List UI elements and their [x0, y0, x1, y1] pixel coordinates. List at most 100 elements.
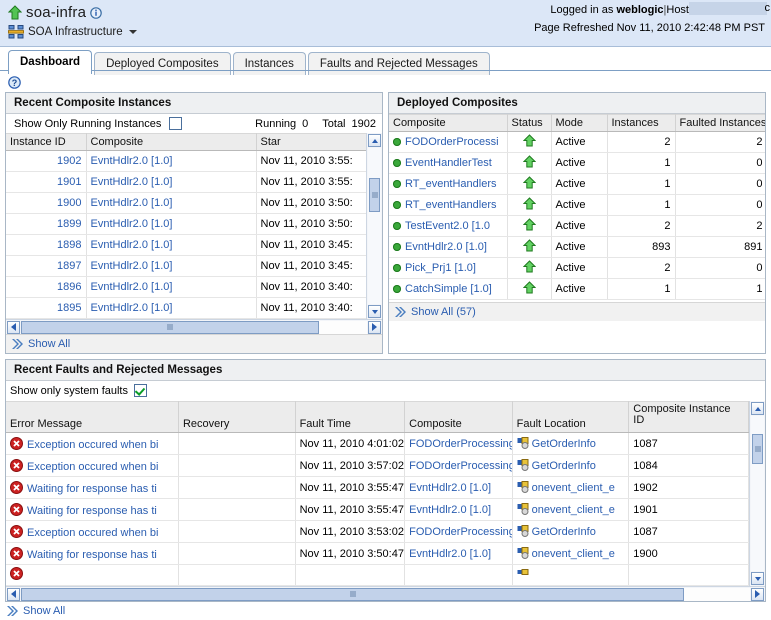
composite-link[interactable]: CatchSimple [1.0] — [405, 283, 492, 295]
table-row[interactable]: Waiting for response has ti Nov 11, 2010 … — [6, 476, 749, 499]
show-all-link[interactable]: Show All (57) — [411, 306, 476, 318]
scroll-track[interactable] — [751, 416, 764, 571]
tab-dashboard[interactable]: Dashboard — [8, 50, 93, 74]
scroll-thumb-h[interactable] — [21, 587, 685, 601]
instance-id-link[interactable]: 1899 — [57, 218, 81, 230]
fault-location-link[interactable]: GetOrderInfo — [532, 460, 596, 472]
composite-link[interactable]: EvntHdlr2.0 [1.0] — [409, 482, 491, 494]
instance-id-link[interactable]: 1901 — [57, 176, 81, 188]
recent-instances-show-all[interactable]: Show All — [6, 334, 382, 353]
error-message-link[interactable]: Exception occured when bi — [27, 439, 158, 451]
instance-id-link[interactable]: 1896 — [57, 281, 81, 293]
table-row[interactable]: 1902 EvntHdlr2.0 [1.0] Nov 11, 2010 3:55: — [6, 150, 366, 172]
soa-infrastructure-menu[interactable]: SOA Infrastructure — [8, 23, 137, 40]
show-running-checkbox[interactable] — [169, 117, 183, 130]
recent-faults-vertical-scrollbar[interactable] — [749, 401, 765, 586]
fault-location-link[interactable]: onevent_client_e — [532, 504, 615, 516]
composite-link[interactable]: EvntHdlr2.0 [1.0] — [91, 176, 173, 188]
col-recovery[interactable]: Recovery — [178, 401, 296, 433]
error-message-link[interactable]: Waiting for response has ti — [27, 549, 157, 561]
table-row[interactable]: 1898 EvntHdlr2.0 [1.0] Nov 11, 2010 3:45: — [6, 234, 366, 256]
table-row[interactable]: EventHandlerTest Active 1 0 — [389, 152, 765, 174]
composite-link[interactable]: EvntHdlr2.0 [1.0] — [91, 260, 173, 272]
composite-link[interactable]: EvntHdlr2.0 [1.0] — [91, 155, 173, 167]
table-row[interactable]: 1895 EvntHdlr2.0 [1.0] Nov 11, 2010 3:40: — [6, 297, 366, 319]
table-row[interactable]: Pick_Prj1 [1.0] Active 2 0 — [389, 257, 765, 279]
table-row[interactable]: RT_eventHandlers Active 1 0 — [389, 194, 765, 216]
recent-instances-horizontal-scrollbar[interactable] — [6, 319, 382, 334]
error-message-link[interactable]: Waiting for response has ti — [27, 483, 157, 495]
scroll-down-button[interactable] — [751, 572, 764, 585]
recent-faults-horizontal-scrollbar[interactable] — [6, 586, 765, 601]
table-row[interactable]: 1900 EvntHdlr2.0 [1.0] Nov 11, 2010 3:50: — [6, 192, 366, 214]
instance-id-link[interactable]: 1902 — [57, 155, 81, 167]
instance-id-link[interactable]: 1898 — [57, 239, 81, 251]
scroll-track-h[interactable] — [21, 320, 367, 334]
col-faulted-instances[interactable]: Faulted Instances — [675, 114, 765, 132]
composite-link[interactable]: EvntHdlr2.0 [1.0] — [409, 504, 491, 516]
tab-instances[interactable]: Instances — [232, 52, 306, 75]
col-fault-location[interactable]: Fault Location — [512, 401, 630, 433]
composite-link[interactable]: Pick_Prj1 [1.0] — [405, 262, 476, 274]
composite-link[interactable]: FODOrderProcessing — [409, 438, 511, 450]
table-row[interactable]: FODOrderProcessi Active 2 2 — [389, 131, 765, 153]
composite-link[interactable]: FODOrderProcessi — [405, 136, 499, 148]
show-all-link[interactable]: Show All — [28, 338, 70, 350]
table-row[interactable]: Exception occured when bi Nov 11, 2010 3:… — [6, 520, 749, 543]
fault-location-link[interactable]: GetOrderInfo — [532, 526, 596, 538]
scroll-thumb[interactable] — [752, 434, 763, 464]
table-row[interactable]: 1899 EvntHdlr2.0 [1.0] Nov 11, 2010 3:50: — [6, 213, 366, 235]
composite-link[interactable]: RT_eventHandlers — [405, 178, 497, 190]
scroll-track[interactable] — [368, 148, 381, 304]
scroll-up-button[interactable] — [751, 402, 764, 415]
composite-link[interactable]: EvntHdlr2.0 [1.0] — [91, 302, 173, 314]
table-row[interactable]: RT_eventHandlers Active 1 0 — [389, 173, 765, 195]
composite-link[interactable]: EvntHdlr2.0 [1.0] — [405, 241, 487, 253]
deployed-composites-show-all[interactable]: Show All (57) — [389, 302, 765, 321]
table-row[interactable]: TestEvent2.0 [1.0 Active 2 2 — [389, 215, 765, 237]
table-row[interactable] — [6, 564, 749, 586]
fault-location-link[interactable]: onevent_client_e — [532, 548, 615, 560]
show-all-link[interactable]: Show All — [23, 605, 65, 617]
composite-link[interactable]: EvntHdlr2.0 [1.0] — [409, 548, 491, 560]
composite-link[interactable]: FODOrderProcessing — [409, 526, 511, 538]
scroll-right-button[interactable] — [751, 587, 764, 601]
table-row[interactable]: 1897 EvntHdlr2.0 [1.0] Nov 11, 2010 3:45: — [6, 255, 366, 277]
recent-faults-show-all[interactable]: Show All — [5, 602, 766, 620]
table-row[interactable]: CatchSimple [1.0] Active 1 1 — [389, 278, 765, 300]
composite-link[interactable]: EvntHdlr2.0 [1.0] — [91, 197, 173, 209]
col-composite[interactable]: Composite — [389, 114, 508, 132]
error-message-link[interactable]: Exception occured when bi — [27, 461, 158, 473]
scroll-thumb[interactable] — [369, 178, 380, 212]
composite-link[interactable]: EvntHdlr2.0 [1.0] — [91, 281, 173, 293]
scroll-thumb-h[interactable] — [21, 320, 319, 334]
info-icon[interactable] — [90, 6, 102, 19]
table-row[interactable]: Exception occured when bi Nov 11, 2010 3:… — [6, 454, 749, 477]
col-composite-instance-id[interactable]: Composite Instance ID — [628, 401, 749, 433]
scroll-left-button[interactable] — [7, 587, 20, 601]
instance-id-link[interactable]: 1897 — [57, 260, 81, 272]
col-instance-id[interactable]: Instance ID — [6, 133, 87, 151]
col-error-message[interactable]: Error Message — [6, 401, 179, 433]
composite-link[interactable]: RT_eventHandlers — [405, 199, 497, 211]
scroll-right-button[interactable] — [368, 320, 381, 334]
col-mode[interactable]: Mode — [551, 114, 608, 132]
col-composite[interactable]: Composite — [404, 401, 513, 433]
col-status[interactable]: Status — [507, 114, 552, 132]
col-composite[interactable]: Composite — [86, 133, 257, 151]
instance-id-link[interactable]: 1900 — [57, 197, 81, 209]
scroll-left-button[interactable] — [7, 320, 20, 334]
error-message-link[interactable]: Waiting for response has ti — [27, 505, 157, 517]
tab-deployed-composites[interactable]: Deployed Composites — [94, 52, 231, 75]
composite-link[interactable]: EvntHdlr2.0 [1.0] — [91, 239, 173, 251]
table-row[interactable]: Waiting for response has ti Nov 11, 2010 … — [6, 498, 749, 521]
table-row[interactable]: Waiting for response has ti Nov 11, 2010 … — [6, 542, 749, 565]
table-row[interactable]: EvntHdlr2.0 [1.0] Active 893 891 — [389, 236, 765, 258]
recent-instances-vertical-scrollbar[interactable] — [366, 133, 382, 319]
scroll-down-button[interactable] — [368, 305, 381, 318]
composite-link[interactable]: TestEvent2.0 [1.0 — [405, 220, 490, 232]
table-row[interactable]: 1896 EvntHdlr2.0 [1.0] Nov 11, 2010 3:40: — [6, 276, 366, 298]
tab-faults-and-rejected-messages[interactable]: Faults and Rejected Messages — [307, 52, 490, 75]
table-row[interactable]: Exception occured when bi Nov 11, 2010 4:… — [6, 432, 749, 455]
composite-link[interactable]: EventHandlerTest — [405, 157, 492, 169]
